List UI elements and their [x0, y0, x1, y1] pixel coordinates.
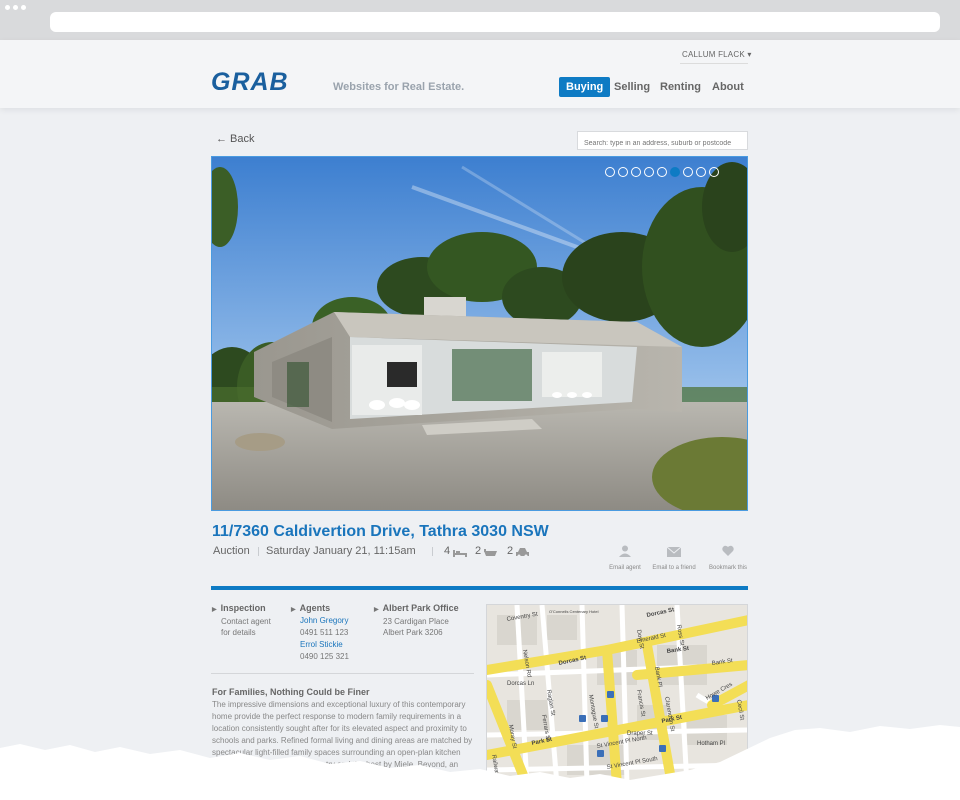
heart-icon — [722, 545, 734, 556]
site-header — [0, 40, 960, 108]
agent-name-link[interactable]: John Gregory — [300, 616, 348, 625]
office-heading-text: Albert Park Office — [382, 603, 459, 613]
tagline: Websites for Real Estate. — [333, 81, 465, 93]
bath-icon — [484, 549, 497, 556]
description-title: For Families, Nothing Could be Finer — [212, 687, 370, 697]
bedroom-count: 4 — [444, 545, 451, 557]
agents-heading: ▶ Agents — [291, 603, 330, 613]
nav-buying[interactable]: Buying — [559, 77, 611, 97]
inspection-text: Contact agent for details — [221, 616, 271, 638]
gallery-dot[interactable] — [709, 167, 719, 177]
user-menu[interactable]: CALLUM FLACK ▾ — [682, 50, 752, 59]
sale-type: Auction — [213, 545, 250, 557]
house-photo-illustration — [212, 157, 747, 510]
email-friend-label: Email to a friend — [652, 565, 696, 571]
nav-renting[interactable]: Renting — [660, 77, 701, 97]
bed-icon — [453, 550, 467, 557]
logo[interactable]: GRAB — [211, 68, 289, 97]
gallery-dot[interactable] — [657, 167, 667, 177]
agents-heading-text: Agents — [299, 603, 331, 613]
triangle-right-icon: ▶ — [374, 607, 379, 613]
email-agent-label: Email agent — [609, 565, 641, 571]
car-icon — [516, 548, 529, 557]
email-friend-button[interactable]: Email to a friend — [652, 544, 696, 571]
envelope-icon — [666, 546, 682, 557]
user-name: CALLUM FLACK — [682, 50, 745, 59]
nav-about[interactable]: About — [712, 77, 744, 97]
email-agent-button[interactable]: Email agent — [603, 544, 647, 571]
window-controls — [5, 5, 26, 10]
listing-title: 11/7360 Caldivertion Drive, Tathra 3030 … — [212, 523, 549, 540]
back-link[interactable]: ← Back — [216, 133, 255, 145]
gallery-dot[interactable] — [618, 167, 628, 177]
agent-phone: 0491 511 123 — [300, 628, 349, 637]
browser-chrome — [0, 0, 960, 40]
map-label: Dorcas Ln — [507, 681, 534, 687]
gallery-dot[interactable] — [683, 167, 693, 177]
inspection-heading-text: Inspection — [220, 603, 266, 613]
car-count: 2 — [507, 545, 514, 557]
nav-selling[interactable]: Selling — [614, 77, 650, 97]
triangle-right-icon: ▶ — [291, 607, 296, 613]
bookmark-button[interactable]: Bookmark this — [706, 544, 750, 571]
window-dot-icon[interactable] — [21, 5, 26, 10]
divider — [211, 673, 474, 674]
office-line-2: Albert Park 3206 — [383, 628, 443, 637]
divider — [258, 547, 259, 556]
gallery-dot-active[interactable] — [670, 167, 680, 177]
caret-down-icon: ▾ — [747, 50, 752, 59]
gallery-dot[interactable] — [631, 167, 641, 177]
address-bar[interactable] — [50, 12, 940, 32]
divider — [432, 547, 433, 556]
inspection-line-2: for details — [221, 628, 256, 637]
office-heading: ▶ Albert Park Office — [374, 603, 459, 613]
map-label: O'Connells Centenary Hotel — [549, 609, 599, 614]
gallery-dot[interactable] — [605, 167, 615, 177]
search-input[interactable] — [577, 131, 748, 150]
bookmark-label: Bookmark this — [708, 565, 747, 571]
gallery-dot[interactable] — [644, 167, 654, 177]
inspection-heading: ▶ Inspection — [212, 603, 266, 613]
office-address: 23 Cardigan Place Albert Park 3206 — [383, 616, 449, 638]
property-photo[interactable] — [211, 156, 748, 511]
gallery-pager — [605, 167, 719, 177]
agent-name-link[interactable]: Errol Stickie — [300, 640, 343, 649]
agent-phone: 0490 125 321 — [300, 652, 349, 661]
auction-date: Saturday January 21, 11:15am — [266, 545, 416, 557]
accent-divider — [211, 586, 748, 590]
bathroom-count: 2 — [475, 545, 482, 557]
gallery-dot[interactable] — [696, 167, 706, 177]
inspection-line-1: Contact agent — [221, 617, 271, 626]
person-icon — [619, 545, 631, 557]
divider — [680, 63, 748, 64]
office-line-1: 23 Cardigan Place — [383, 617, 449, 626]
triangle-right-icon: ▶ — [212, 607, 217, 613]
window-dot-icon[interactable] — [5, 5, 10, 10]
window-dot-icon[interactable] — [13, 5, 18, 10]
torn-paper-edge — [0, 725, 960, 800]
